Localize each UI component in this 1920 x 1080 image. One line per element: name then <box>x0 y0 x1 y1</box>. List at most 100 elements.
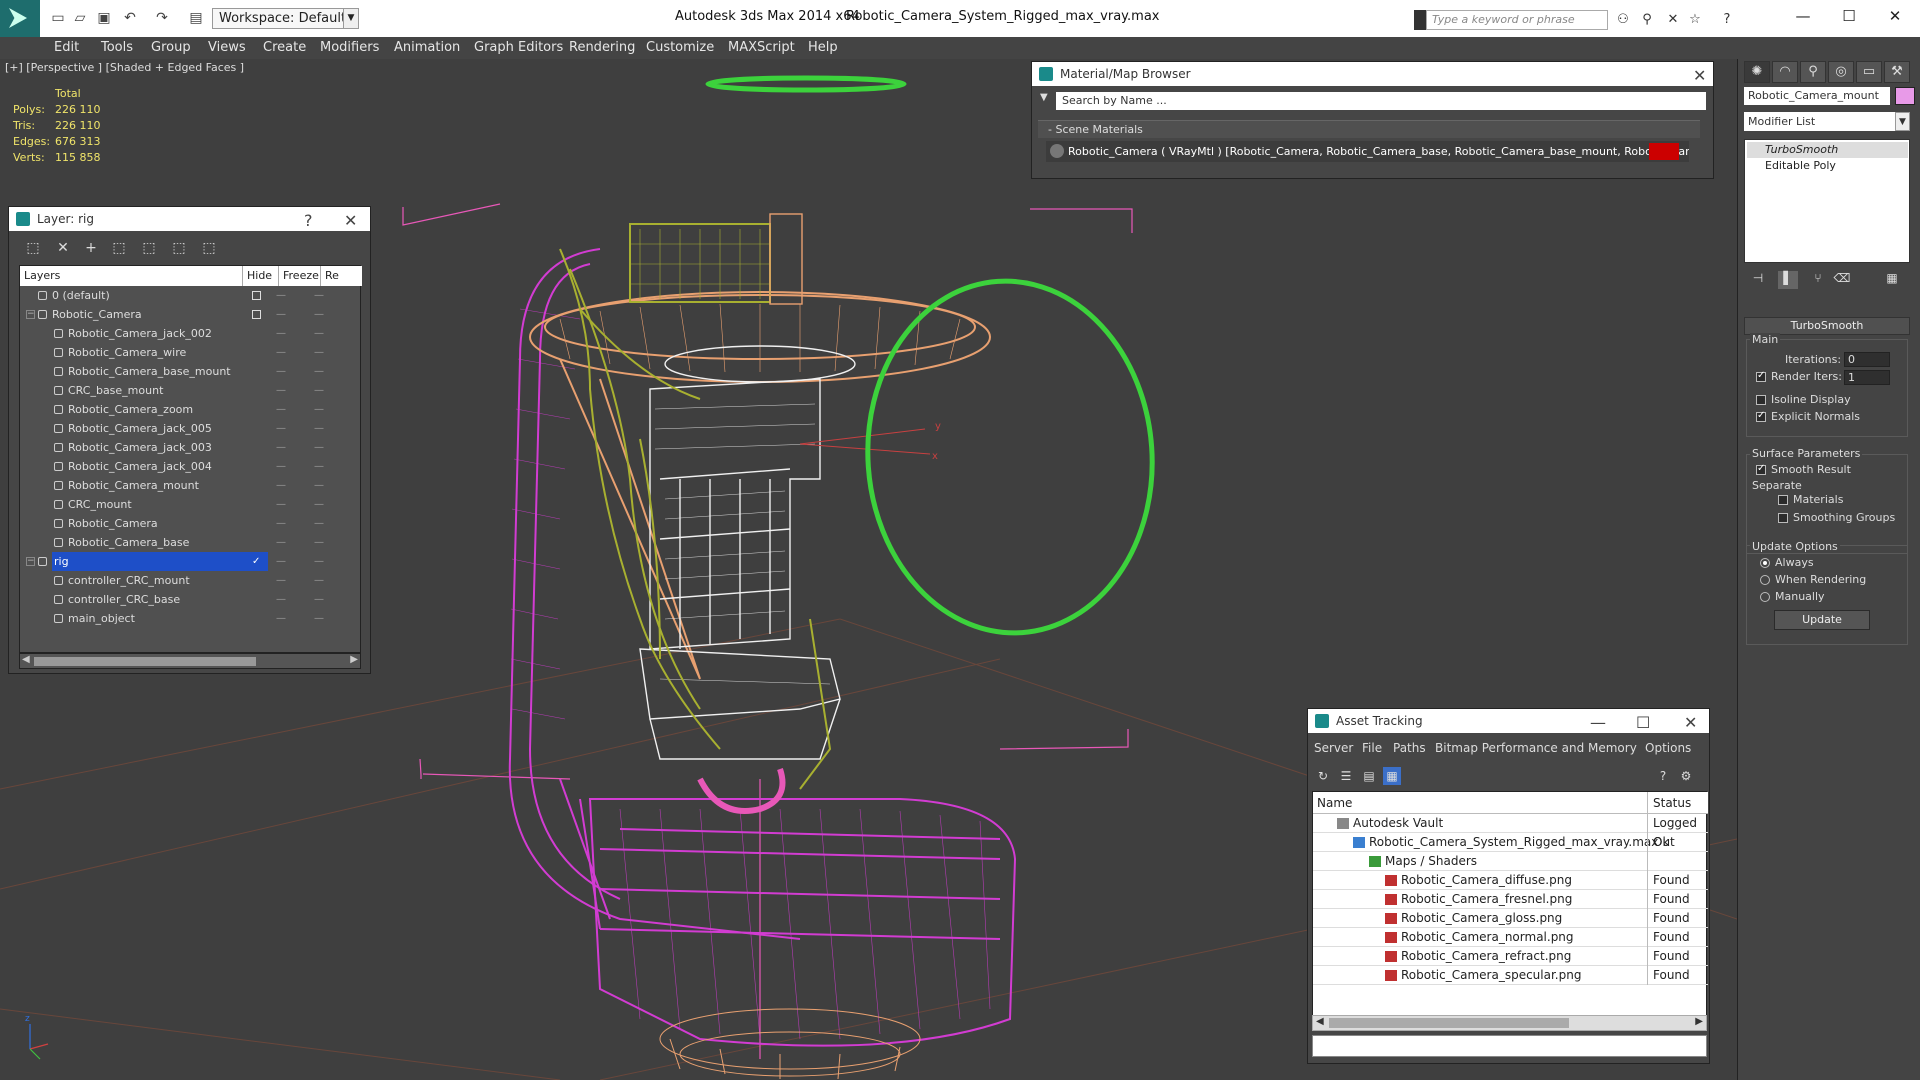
layer-row[interactable]: Robotic_Camera_jack_002 — — <box>20 324 362 343</box>
asset-row[interactable]: Robotic_Camera_fresnel.png Found <box>1313 890 1708 909</box>
undo-icon[interactable]: ↶ <box>120 9 140 27</box>
expand-toggle-icon[interactable]: − <box>26 310 35 319</box>
layer-row[interactable]: Robotic_Camera_zoom — — <box>20 400 362 419</box>
isoline-display-checkbox[interactable] <box>1756 395 1766 405</box>
freeze-toggle[interactable]: — <box>314 438 328 457</box>
hide-toggle[interactable]: — <box>276 419 290 438</box>
asset-horizontal-scrollbar[interactable]: ◀ ▶ <box>1312 1015 1707 1031</box>
hide-toggle[interactable]: — <box>276 438 290 457</box>
freeze-toggle[interactable]: — <box>314 457 328 476</box>
iterations-spinner[interactable]: 0 <box>1844 352 1890 367</box>
hide-toggle[interactable]: — <box>276 305 290 324</box>
new-file-icon[interactable]: ▭ <box>48 9 68 27</box>
col-status[interactable]: Status <box>1647 792 1691 814</box>
list-view-icon[interactable]: ☰ <box>1337 767 1355 785</box>
freeze-toggle[interactable]: — <box>314 571 328 590</box>
workspace-dropdown-arrow-icon[interactable]: ▼ <box>343 8 359 29</box>
create-layer-icon[interactable]: ⬚ <box>23 238 43 258</box>
delete-layer-icon[interactable]: ✕ <box>53 238 73 258</box>
layer-row[interactable]: Robotic_Camera_wire — — <box>20 343 362 362</box>
help-icon[interactable]: ? <box>1718 11 1736 28</box>
save-file-icon[interactable]: ▣ <box>94 9 114 27</box>
hide-all-layers-icon[interactable]: ⬚ <box>169 238 189 258</box>
freeze-toggle[interactable]: — <box>314 362 328 381</box>
col-hide[interactable]: Hide <box>242 266 272 286</box>
controller-crc-base[interactable] <box>705 75 907 93</box>
select-in-layer-icon[interactable]: ⬚ <box>109 238 129 258</box>
layer-row[interactable]: Robotic_Camera — — <box>20 514 362 533</box>
layer-row[interactable]: Robotic_Camera_jack_003 — — <box>20 438 362 457</box>
minimize-button[interactable]: — <box>1780 6 1826 26</box>
layer-row[interactable]: Robotic_Camera_jack_004 — — <box>20 457 362 476</box>
asset-menu-server[interactable]: Server <box>1314 741 1353 755</box>
freeze-toggle[interactable]: — <box>314 400 328 419</box>
modify-tab-icon[interactable]: ◠ <box>1772 61 1798 83</box>
asset-menu-bitmap[interactable]: Bitmap Performance and Memory <box>1435 741 1637 755</box>
search-input[interactable]: Type a keyword or phrase <box>1426 10 1608 30</box>
utilities-tab-icon[interactable]: ⚒ <box>1884 61 1910 83</box>
smoothing-groups-checkbox[interactable] <box>1778 513 1788 523</box>
hide-toggle[interactable]: — <box>276 286 290 305</box>
menu-views[interactable]: Views <box>208 40 246 55</box>
hide-toggle[interactable]: — <box>276 533 290 552</box>
configure-sets-icon[interactable]: ▦ <box>1882 271 1902 289</box>
layer-row[interactable]: Robotic_Camera_jack_005 — — <box>20 419 362 438</box>
detail-view-icon[interactable]: ▤ <box>1360 767 1378 785</box>
layer-row[interactable]: controller_CRC_mount — — <box>20 571 362 590</box>
always-radio[interactable] <box>1760 558 1770 568</box>
hide-toggle[interactable]: — <box>276 343 290 362</box>
motion-tab-icon[interactable]: ◎ <box>1828 61 1854 83</box>
object-color-swatch[interactable] <box>1895 87 1915 105</box>
asset-maximize-icon[interactable]: ☐ <box>1636 711 1650 735</box>
menu-edit[interactable]: Edit <box>54 40 79 55</box>
asset-row[interactable]: Maps / Shaders <box>1313 852 1708 871</box>
menu-modifiers[interactable]: Modifiers <box>320 40 379 55</box>
hierarchy-tab-icon[interactable]: ⚲ <box>1800 61 1826 83</box>
layer-row[interactable]: Robotic_Camera_mount — — <box>20 476 362 495</box>
freeze-toggle[interactable]: — <box>314 343 328 362</box>
show-end-result-icon[interactable]: ▌ <box>1778 271 1798 289</box>
layer-row[interactable]: CRC_base_mount — — <box>20 381 362 400</box>
asset-help-icon[interactable]: ? <box>1654 767 1672 785</box>
remove-modifier-icon[interactable]: ⌫ <box>1832 271 1852 289</box>
freeze-all-layers-icon[interactable]: ⬚ <box>199 238 219 258</box>
menu-create[interactable]: Create <box>263 40 306 55</box>
layer-row[interactable]: − rig ✓ — — <box>20 552 362 571</box>
hide-toggle[interactable]: — <box>276 400 290 419</box>
redo-icon[interactable]: ↷ <box>152 9 172 27</box>
controller-crc-mount[interactable] <box>856 272 1164 643</box>
maximize-button[interactable]: ☐ <box>1826 6 1872 26</box>
smooth-result-checkbox[interactable] <box>1756 463 1766 475</box>
favorites-star-icon[interactable]: ☆ <box>1686 11 1704 28</box>
menu-customize[interactable]: Customize <box>646 40 714 55</box>
menu-graph-editors[interactable]: Graph Editors <box>474 40 563 55</box>
freeze-toggle[interactable]: — <box>314 476 328 495</box>
add-to-layer-icon[interactable]: + <box>81 238 101 258</box>
hide-toggle[interactable]: — <box>276 552 290 571</box>
current-layer-checkbox[interactable] <box>252 291 261 300</box>
search-expand-icon[interactable] <box>1414 10 1426 30</box>
close-button[interactable]: ✕ <box>1872 6 1918 26</box>
render-iters-spinner[interactable]: 1 <box>1844 370 1890 385</box>
display-tab-icon[interactable]: ▭ <box>1856 61 1882 83</box>
layer-row[interactable]: main_object — — <box>20 609 362 628</box>
layer-row[interactable]: CRC_mount — — <box>20 495 362 514</box>
modifier-list-dropdown[interactable]: Modifier List <box>1744 112 1909 131</box>
asset-scroll-right-icon[interactable]: ▶ <box>1695 1016 1703 1027</box>
asset-row[interactable]: Robotic_Camera_normal.png Found <box>1313 928 1708 947</box>
table-view-icon[interactable]: ▦ <box>1383 767 1401 785</box>
app-logo-icon[interactable] <box>0 0 40 37</box>
layer-row[interactable]: Robotic_Camera_base — — <box>20 533 362 552</box>
freeze-toggle[interactable]: — <box>314 609 328 628</box>
freeze-toggle[interactable]: — <box>314 495 328 514</box>
layer-help-icon[interactable]: ? <box>304 209 313 233</box>
when-rendering-radio[interactable] <box>1760 575 1770 585</box>
hide-toggle[interactable]: — <box>276 381 290 400</box>
asset-row[interactable]: Robotic_Camera_refract.png Found <box>1313 947 1708 966</box>
viewport-label[interactable]: [+] [Perspective ] [Shaded + Edged Faces… <box>5 61 244 74</box>
freeze-toggle[interactable]: — <box>314 590 328 609</box>
asset-menu-options[interactable]: Options <box>1645 741 1691 755</box>
freeze-toggle[interactable]: — <box>314 419 328 438</box>
update-button[interactable]: Update <box>1774 610 1870 630</box>
manually-radio[interactable] <box>1760 592 1770 602</box>
